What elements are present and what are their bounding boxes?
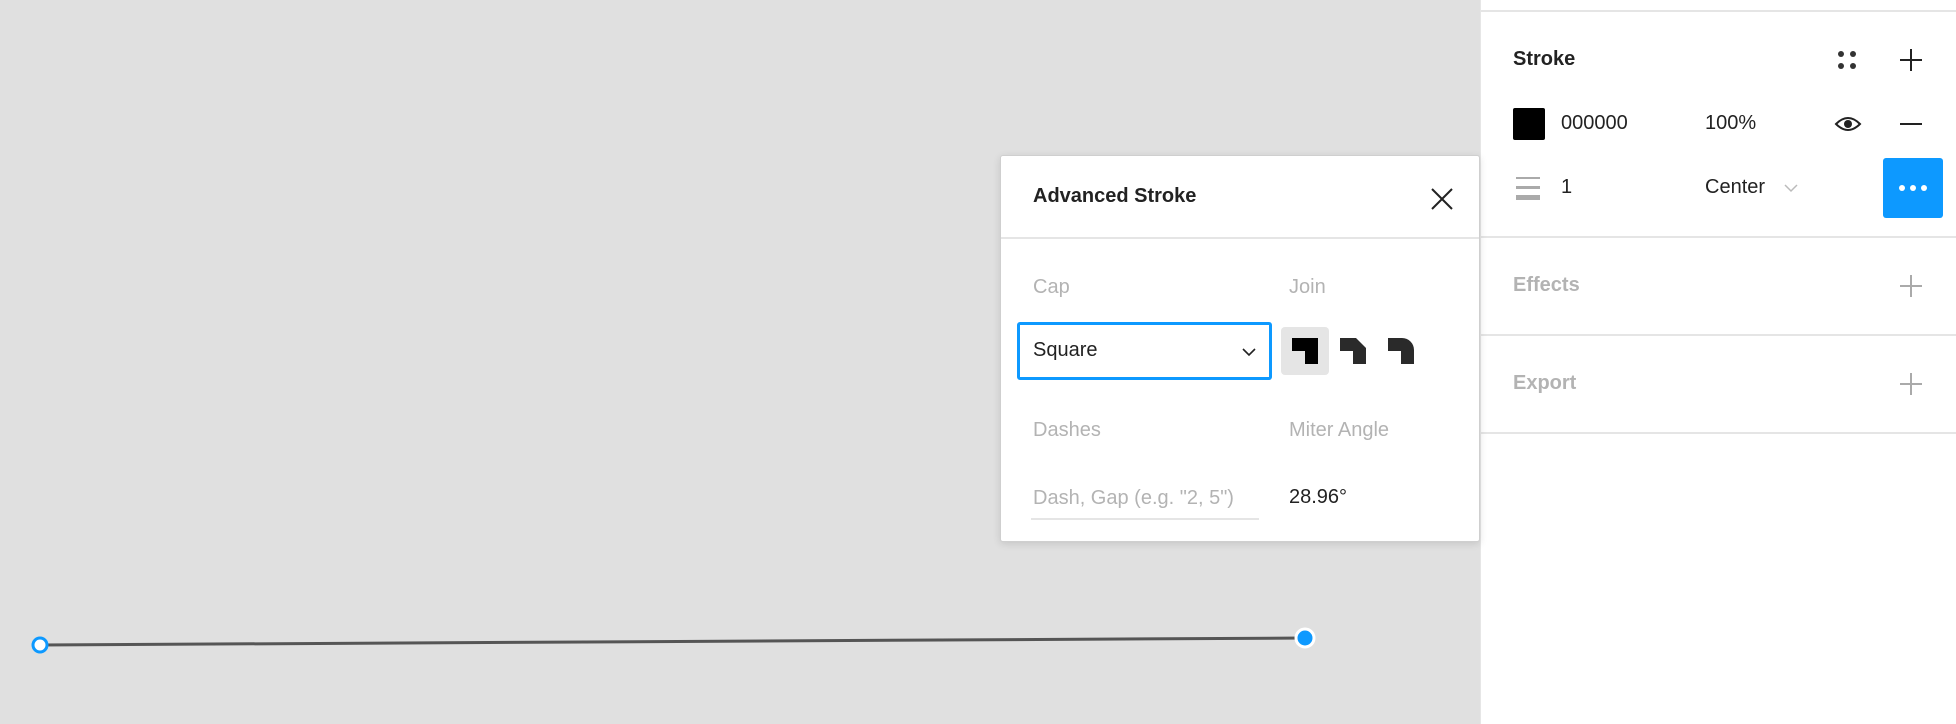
stroke-color-hex[interactable]: 000000	[1561, 112, 1628, 135]
end-handle[interactable]	[1294, 627, 1316, 649]
chevron-down-icon	[1242, 348, 1256, 357]
advanced-stroke-button[interactable]	[1883, 158, 1943, 218]
join-miter-button[interactable]	[1281, 327, 1329, 375]
chevron-down-icon[interactable]	[1783, 180, 1799, 196]
add-effect-icon[interactable]	[1897, 272, 1925, 300]
divider	[1481, 432, 1956, 434]
stroke-weight[interactable]: 1	[1561, 176, 1572, 199]
properties-panel: Stroke 000000 100% 1 Center Effects Expo…	[1480, 0, 1956, 724]
dashes-input[interactable]	[1031, 478, 1259, 520]
add-export-icon[interactable]	[1897, 370, 1925, 398]
export-title: Export	[1513, 372, 1577, 394]
advanced-stroke-popover: Advanced Stroke Cap Join Square Dashes M…	[1000, 155, 1480, 542]
stroke-opacity[interactable]: 100%	[1705, 112, 1756, 135]
more-icon	[1899, 185, 1927, 191]
eye-icon[interactable]	[1833, 110, 1863, 138]
stroke-align[interactable]: Center	[1705, 176, 1765, 199]
dashes-label: Dashes	[1033, 419, 1101, 441]
miter-angle-label: Miter Angle	[1289, 419, 1390, 441]
cap-label: Cap	[1033, 276, 1070, 298]
join-round-button[interactable]	[1377, 327, 1425, 375]
divider	[1481, 10, 1956, 12]
cap-select[interactable]: Square	[1017, 322, 1272, 380]
stroke-title: Stroke	[1513, 48, 1576, 70]
join-round-icon	[1388, 338, 1414, 364]
color-swatch[interactable]	[1513, 108, 1545, 140]
divider	[1001, 237, 1479, 239]
effects-title: Effects	[1513, 274, 1580, 296]
line-shape[interactable]	[39, 636, 1306, 647]
join-bevel-icon	[1340, 338, 1366, 364]
popover-title: Advanced Stroke	[1033, 185, 1197, 207]
divider	[1481, 334, 1956, 336]
join-bevel-button[interactable]	[1329, 327, 1377, 375]
styles-icon[interactable]	[1833, 46, 1861, 74]
join-label: Join	[1289, 276, 1326, 298]
minus-icon[interactable]	[1897, 110, 1925, 138]
plus-icon[interactable]	[1897, 46, 1925, 74]
close-icon[interactable]	[1427, 184, 1457, 214]
stroke-weight-icon	[1515, 174, 1543, 202]
cap-value: Square	[1033, 339, 1098, 361]
divider	[1481, 236, 1956, 238]
miter-angle-value[interactable]: 28.96°	[1289, 486, 1347, 509]
start-handle[interactable]	[31, 636, 49, 654]
join-miter-icon	[1292, 338, 1318, 364]
